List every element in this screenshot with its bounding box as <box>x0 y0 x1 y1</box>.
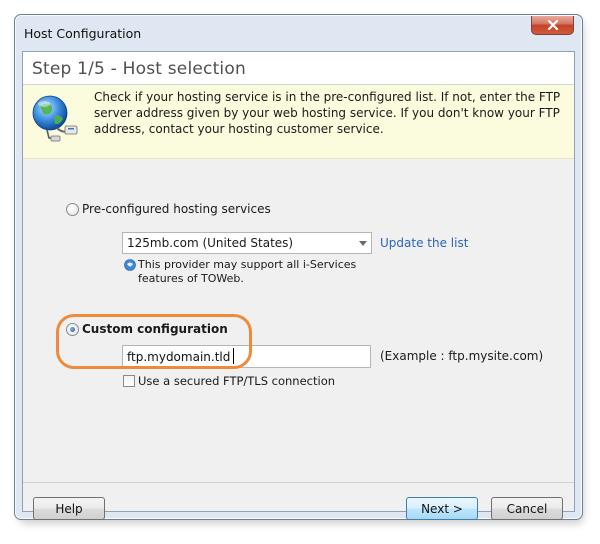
close-icon <box>547 20 558 30</box>
preconfigured-label[interactable]: Pre-configured hosting services <box>82 202 271 216</box>
dialog-client-area: Step 1/5 - Host selection Check if your … <box>22 51 575 520</box>
window-title: Host Configuration <box>24 26 142 41</box>
provider-select-value: 125mb.com (United States) <box>127 236 294 250</box>
tls-label[interactable]: Use a secured FTP/TLS connection <box>138 374 335 388</box>
update-list-link[interactable]: Update the list <box>380 236 468 250</box>
globe-network-icon <box>32 95 78 142</box>
help-button[interactable]: Help <box>33 497 105 520</box>
dialog-window: Host Configuration Step 1/5 - Host selec… <box>14 14 583 520</box>
provider-select[interactable]: 125mb.com (United States) <box>122 232 372 254</box>
footer-separator <box>23 482 574 483</box>
info-text: Check if your hosting service is in the … <box>94 90 561 136</box>
next-button[interactable]: Next > <box>406 497 478 520</box>
ftp-example-text: (Example : ftp.mysite.com) <box>380 349 544 363</box>
provider-note: This provider may support all i-Services… <box>138 258 357 285</box>
close-button[interactable] <box>531 16 574 35</box>
info-bubble-icon <box>124 259 136 271</box>
step-title: Step 1/5 - Host selection <box>32 59 246 79</box>
info-box: Check if your hosting service is in the … <box>23 85 574 159</box>
title-bar[interactable]: Host Configuration <box>15 15 582 51</box>
cancel-button[interactable]: Cancel <box>491 497 563 520</box>
preconfigured-radio[interactable] <box>66 203 79 216</box>
annotation-highlight <box>56 314 252 369</box>
step-header: Step 1/5 - Host selection <box>23 52 574 85</box>
chevron-down-icon[interactable] <box>354 233 371 253</box>
tls-checkbox[interactable] <box>123 375 135 387</box>
